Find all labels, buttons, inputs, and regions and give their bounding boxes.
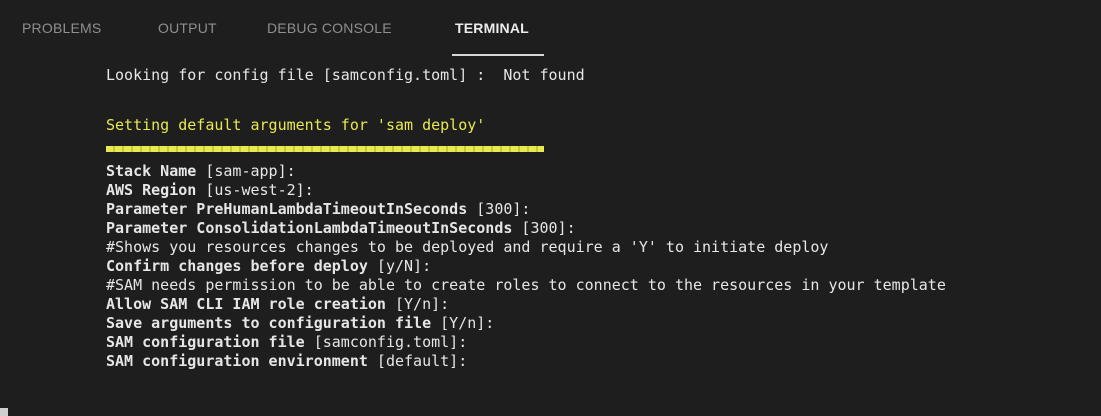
tab-output[interactable]: OUTPUT <box>158 20 217 36</box>
prompt-label: Allow SAM CLI IAM role creation <box>106 295 386 313</box>
terminal-panel: PROBLEMS OUTPUT DEBUG CONSOLE TERMINAL L… <box>0 0 1101 416</box>
prompt-default: [y/N]: <box>367 257 432 275</box>
terminal-comment: #Shows you resources changes to be deplo… <box>106 237 828 257</box>
terminal-line: Allow SAM CLI IAM role creation [Y/n]: <box>106 294 449 314</box>
terminal-line: Parameter PreHumanLambdaTimeoutInSeconds… <box>106 199 530 219</box>
terminal-output[interactable]: Looking for config file [samconfig.toml]… <box>0 62 1101 416</box>
prompt-label: Save arguments to configuration file <box>106 314 432 332</box>
prompt-default: [Y/n]: <box>431 314 495 332</box>
comment-text: #SAM needs permission to be able to crea… <box>106 276 946 294</box>
prompt-label: Parameter ConsolidationLambdaTimeoutInSe… <box>106 219 513 237</box>
tab-terminal[interactable]: TERMINAL <box>455 20 529 36</box>
prompt-label: Stack Name <box>106 162 197 180</box>
terminal-line: Confirm changes before deploy [y/N]: <box>106 256 431 276</box>
terminal-line: Save arguments to configuration file [Y/… <box>106 313 494 333</box>
prompt-label: AWS Region <box>106 181 197 199</box>
prompt-label: SAM configuration file <box>106 333 305 351</box>
panel-tab-bar: PROBLEMS OUTPUT DEBUG CONSOLE TERMINAL <box>0 0 1101 62</box>
prompt-default: [300]: <box>467 200 531 218</box>
prompt-default: [sam-app]: <box>196 162 296 180</box>
terminal-separator <box>106 146 544 152</box>
tab-debug-console[interactable]: DEBUG CONSOLE <box>267 20 392 36</box>
terminal-line-heading: Setting default arguments for 'sam deplo… <box>106 116 486 134</box>
terminal-line: Stack Name [sam-app]: <box>106 161 296 181</box>
prompt-label: SAM configuration environment <box>106 352 368 370</box>
prompt-default: [default]: <box>367 352 468 370</box>
prompt-default: [samconfig.toml]: <box>304 333 468 351</box>
comment-text: #Shows you resources changes to be deplo… <box>106 238 829 256</box>
prompt-label: Confirm changes before deploy <box>106 257 368 275</box>
terminal-line: SAM configuration environment [default]: <box>106 351 467 371</box>
terminal-line: Parameter ConsolidationLambdaTimeoutInSe… <box>106 218 576 238</box>
prompt-default: [Y/n]: <box>385 295 450 313</box>
tab-problems[interactable]: PROBLEMS <box>22 20 101 36</box>
active-tab-indicator <box>452 54 544 56</box>
terminal-cursor <box>0 408 8 416</box>
prompt-label: Parameter PreHumanLambdaTimeoutInSeconds <box>106 200 468 218</box>
prompt-default: [us-west-2]: <box>196 181 314 199</box>
terminal-comment: #SAM needs permission to be able to crea… <box>106 275 946 295</box>
terminal-line-config: Looking for config file [samconfig.toml]… <box>106 66 585 84</box>
terminal-line: SAM configuration file [samconfig.toml]: <box>106 332 467 352</box>
terminal-line: AWS Region [us-west-2]: <box>106 180 314 200</box>
prompt-default: [300]: <box>512 219 576 237</box>
